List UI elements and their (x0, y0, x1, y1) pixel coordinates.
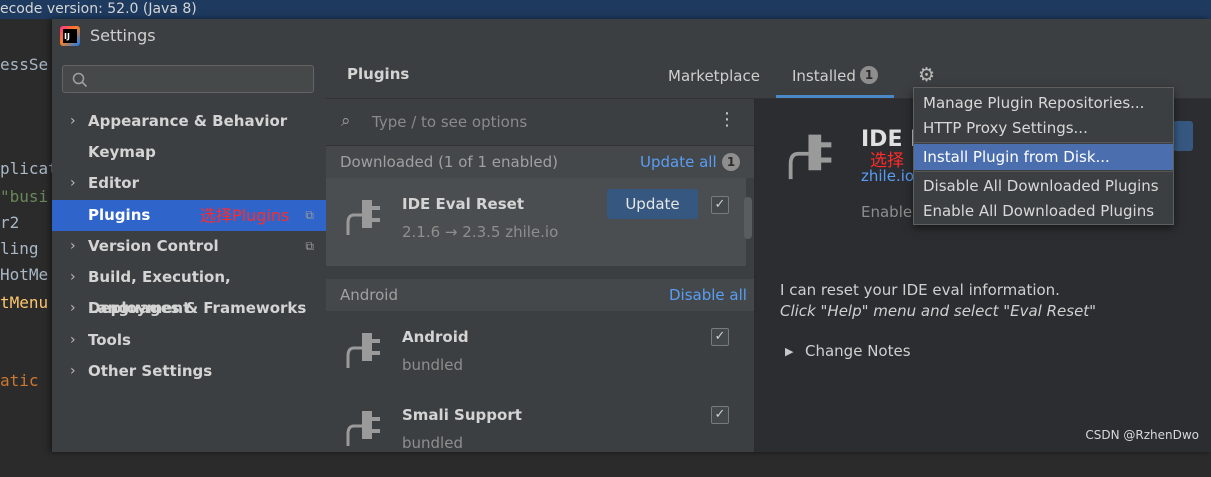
sidebar-item-label: Editor (88, 174, 139, 192)
update-button[interactable]: Update (607, 189, 698, 219)
plugin-name: IDE Eval Reset (402, 195, 525, 213)
code-line: HotMe (0, 265, 49, 284)
menu-item-enable-downloaded[interactable]: Enable All Downloaded Plugins (914, 198, 1173, 224)
editor-status-bar: ecode version: 52.0 (Java 8) (0, 0, 1211, 19)
sidebar-item-tools[interactable]: › Tools (52, 325, 326, 356)
sidebar-item-label: Plugins (88, 206, 151, 224)
settings-window: Settings › Appearance & Behavior Keymap ›… (52, 19, 1211, 452)
plugin-icon (346, 411, 380, 446)
sidebar-item-label: Version Control (88, 237, 219, 255)
more-options-icon[interactable]: ⋮ (718, 109, 736, 130)
vendor-link[interactable]: zhile.io (861, 167, 914, 185)
sidebar-item-label: Languages & Frameworks (88, 299, 307, 317)
code-line: atic (0, 371, 39, 390)
search-placeholder: Type / to see options (372, 113, 528, 131)
plugin-search-input[interactable]: ⌕ Type / to see options ⋮ (326, 99, 754, 146)
section-title: Downloaded (1 of 1 enabled) (340, 153, 558, 171)
menu-item-manage-repositories[interactable]: Manage Plugin Repositories... (914, 90, 1173, 116)
plugin-description-hint: Click "Help" menu and select "Eval Reset… (780, 302, 1097, 320)
expand-arrow-icon[interactable]: ▶ (785, 342, 793, 362)
tab-installed[interactable]: Installed 1 (776, 53, 894, 98)
plugin-bundled: bundled (402, 356, 463, 374)
menu-item-http-proxy[interactable]: HTTP Proxy Settings... (914, 115, 1173, 141)
plugin-bundled: bundled (402, 434, 463, 452)
plugin-name: Smali Support (402, 406, 522, 424)
sidebar-item-label: Keymap (88, 143, 156, 161)
watermark: CSDN @RzhenDwo (1085, 428, 1199, 442)
search-icon: ⌕ (341, 111, 351, 131)
count-badge: 1 (722, 153, 740, 171)
enable-checkbox[interactable]: ✓ (711, 196, 729, 214)
plugin-row-eval-reset[interactable]: IDE Eval Reset 2.1.6 → 2.3.5 zhile.io Up… (326, 178, 746, 266)
plugin-list: ⌕ Type / to see options ⋮ Downloaded (1 … (326, 99, 755, 452)
sidebar-item-label: Tools (88, 331, 131, 349)
plugin-row-android[interactable]: Android bundled ✓ (326, 311, 746, 399)
code-line: plicat (0, 159, 52, 178)
menu-item-disable-downloaded[interactable]: Disable All Downloaded Plugins (914, 173, 1173, 199)
code-line: r2 (0, 213, 20, 232)
plugin-icon (788, 134, 832, 180)
sidebar-item-keymap[interactable]: Keymap (52, 137, 326, 168)
chevron-right-icon: › (70, 332, 76, 348)
menu-item-install-from-disk[interactable]: Install Plugin from Disk... (914, 144, 1173, 170)
code-line: "busi (0, 187, 49, 206)
section-header-android: Android Disable all (326, 279, 754, 311)
plugin-status: Enablec (861, 203, 921, 221)
change-notes-toggle[interactable]: Change Notes (805, 342, 911, 360)
plugin-name: Android (402, 328, 469, 346)
page-title: Plugins (347, 65, 410, 83)
settings-search-input[interactable] (62, 65, 314, 93)
annotation-text: 选择Plugins (200, 206, 290, 225)
sidebar-item-label: Other Settings (88, 362, 213, 380)
plugin-description: I can reset your IDE eval information. (780, 281, 1060, 299)
code-line: essSe (0, 55, 49, 74)
intellij-logo-icon (60, 26, 80, 46)
detail-action-button[interactable] (1173, 121, 1193, 151)
plugin-version: 2.1.6 → 2.3.5 zhile.io (402, 223, 559, 241)
count-badge: 1 (860, 66, 878, 84)
tab-marketplace[interactable]: Marketplace (668, 67, 760, 85)
chevron-right-icon: › (70, 300, 76, 316)
plugin-icon (346, 200, 380, 235)
scrollbar[interactable] (744, 197, 752, 239)
code-line: tMenu (0, 293, 49, 312)
section-title: Android (340, 286, 398, 304)
project-scope-icon: ⧉ (305, 239, 314, 253)
disable-all-link[interactable]: Disable all (669, 286, 747, 304)
chevron-right-icon: › (70, 269, 76, 285)
sidebar-item-other[interactable]: › Other Settings (52, 356, 326, 387)
code-line: ling (0, 239, 39, 258)
plugin-row-smali[interactable]: Smali Support bundled ✓ (326, 389, 746, 477)
plugin-icon (346, 333, 380, 368)
section-header-downloaded: Downloaded (1 of 1 enabled) Update all 1 (326, 146, 754, 178)
chevron-right-icon: › (70, 175, 76, 191)
sidebar-item-editor[interactable]: › Editor (52, 168, 326, 199)
enable-checkbox[interactable]: ✓ (711, 328, 729, 346)
settings-sidebar: › Appearance & Behavior Keymap › Editor Pl… (52, 53, 326, 452)
sidebar-item-build[interactable]: › Build, Execution, Deployment (52, 262, 326, 317)
sidebar-item-languages[interactable]: › Languages & Frameworks (52, 293, 326, 324)
window-title: Settings (90, 26, 156, 45)
sidebar-item-version-control[interactable]: › Version Control ⧉ (52, 231, 326, 262)
chevron-right-icon: › (70, 113, 76, 129)
gear-icon[interactable]: ⚙ (918, 65, 938, 85)
update-all-link[interactable]: Update all (640, 153, 717, 171)
sidebar-item-appearance[interactable]: › Appearance & Behavior (52, 106, 326, 137)
title-bar: Settings (52, 19, 1211, 53)
enable-checkbox[interactable]: ✓ (711, 406, 729, 424)
chevron-right-icon: › (70, 238, 76, 254)
menu-separator (914, 171, 1173, 172)
tab-label: Installed (792, 67, 856, 85)
chevron-right-icon: › (70, 363, 76, 379)
sidebar-item-label: Appearance & Behavior (88, 112, 288, 130)
background-editor: essSe plicat "busi r2 ling HotMe tMenu a… (0, 19, 52, 452)
search-icon (72, 72, 88, 88)
menu-separator (914, 142, 1173, 143)
gear-dropdown-menu: Manage Plugin Repositories... HTTP Proxy… (913, 87, 1174, 225)
project-scope-icon: ⧉ (305, 208, 314, 222)
